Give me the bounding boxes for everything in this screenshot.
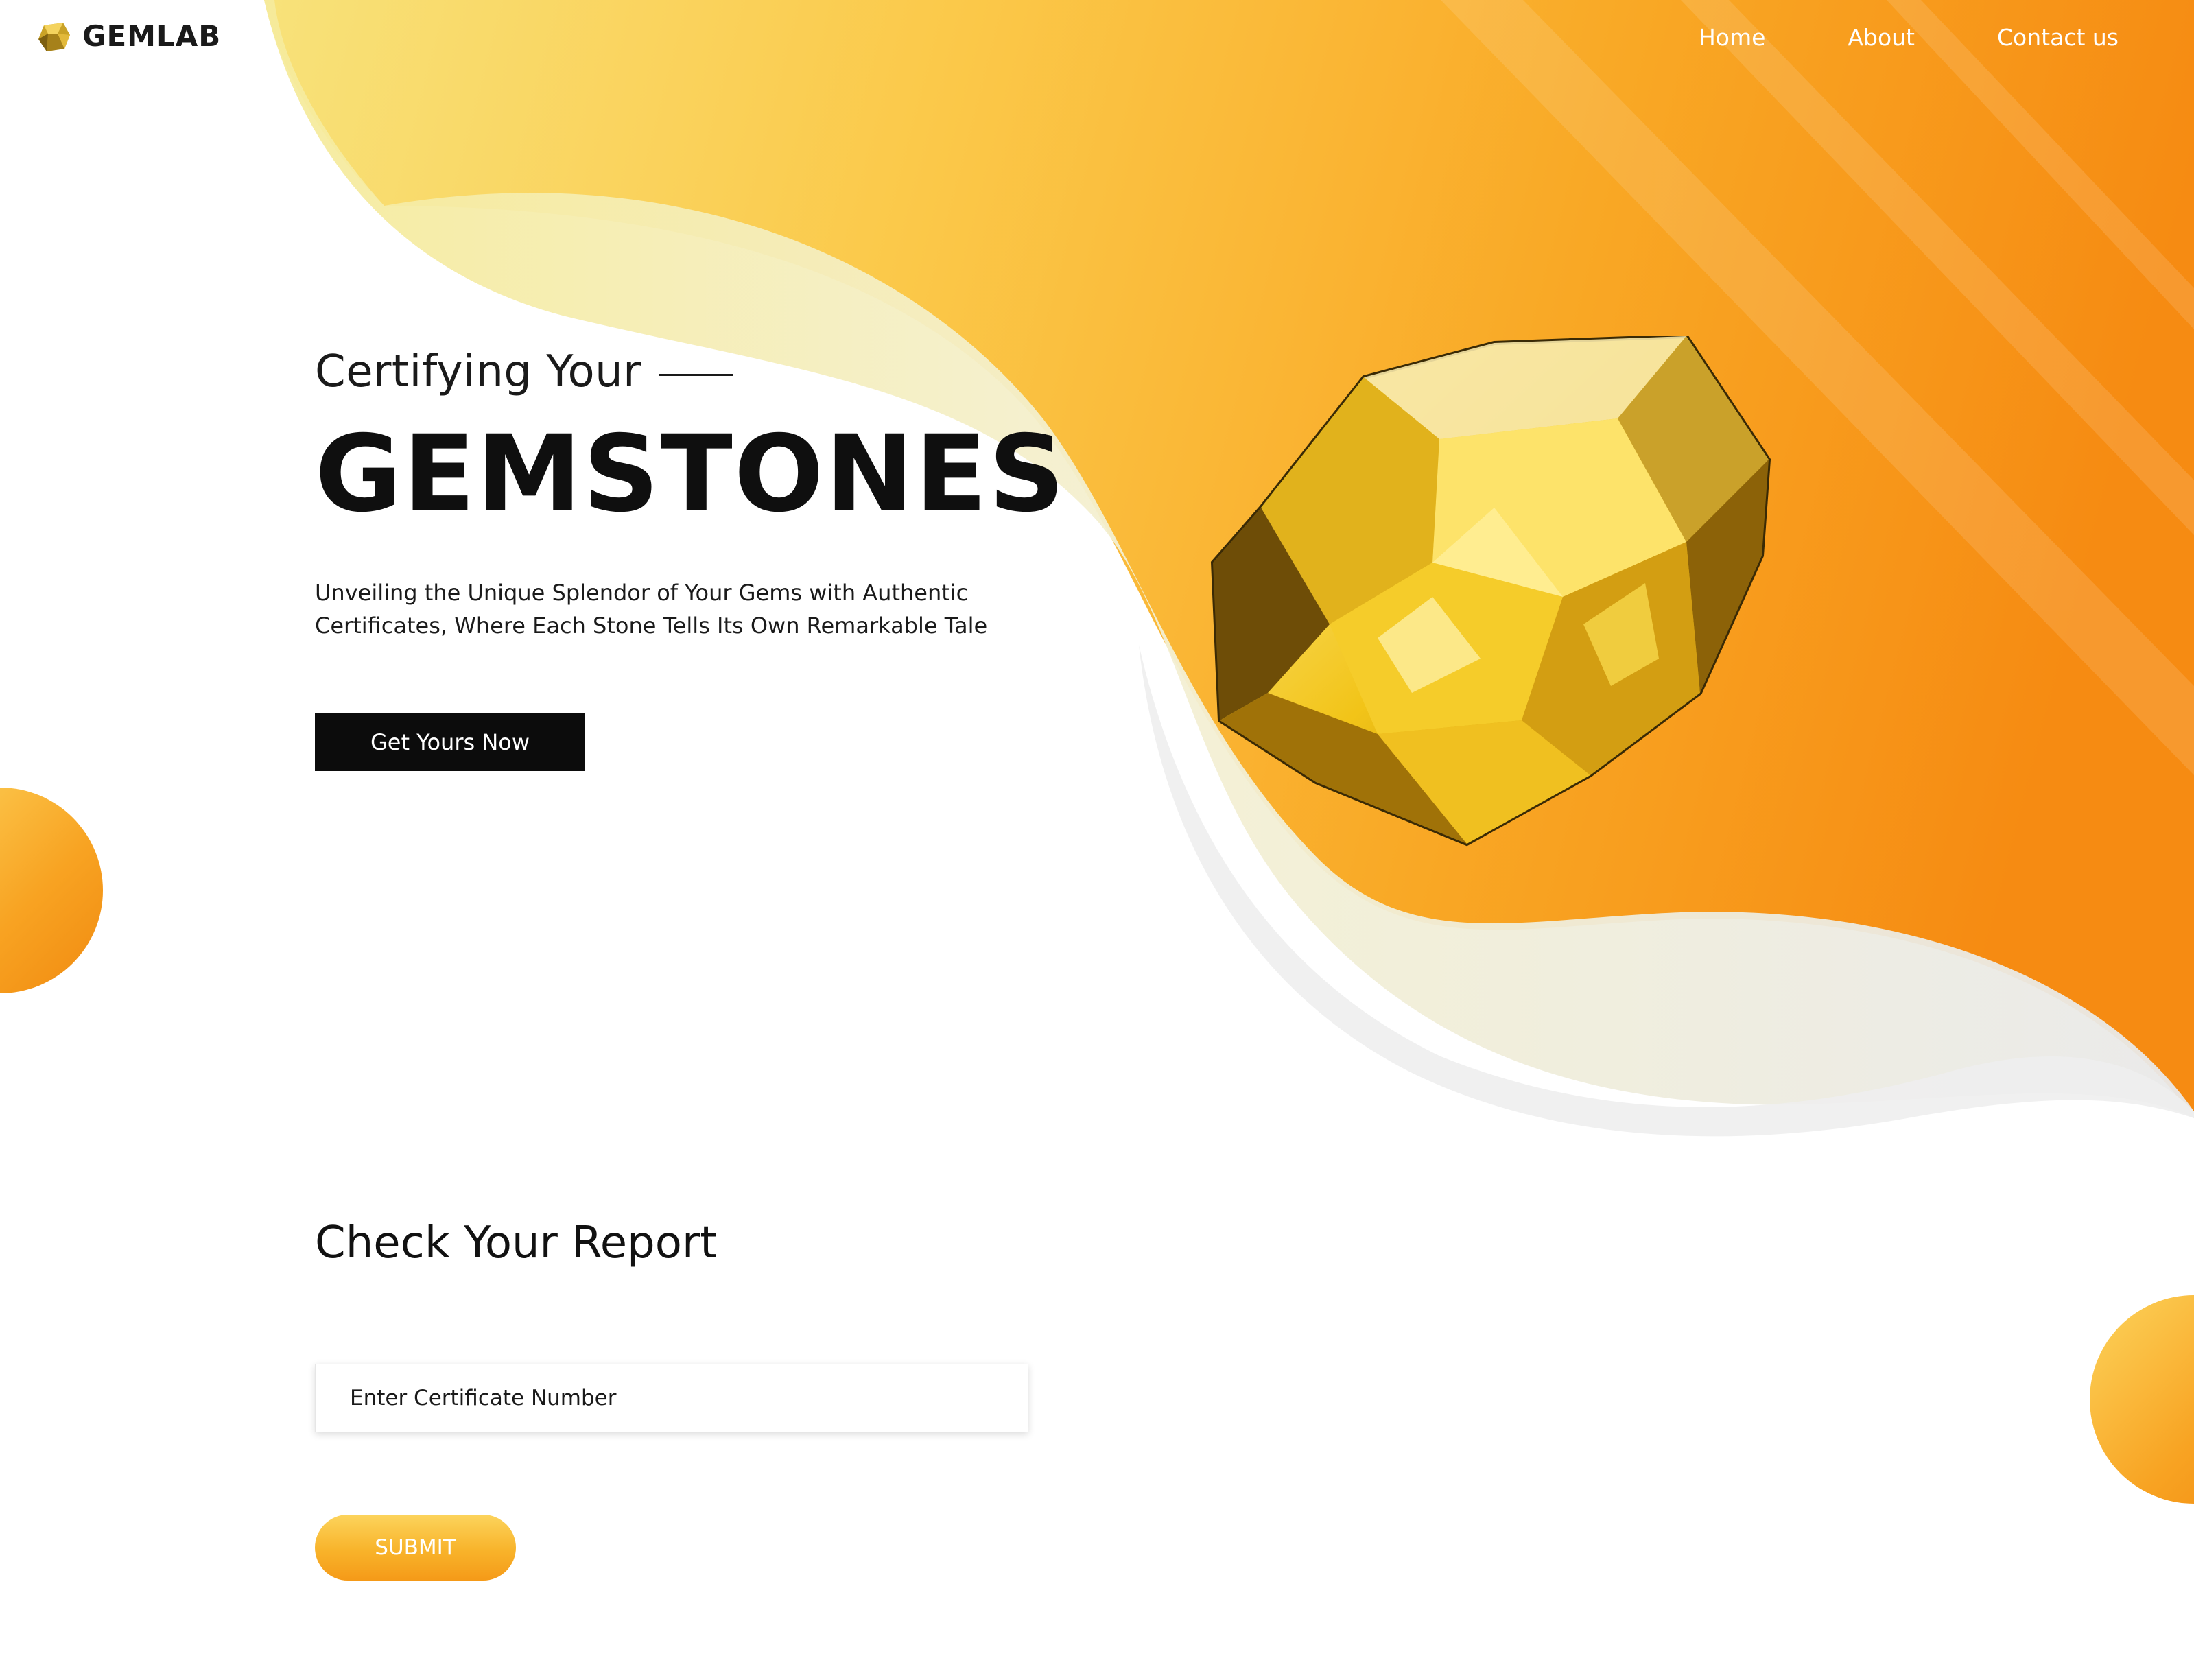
landing-page: GEMLAB Home About Contact us Certifying … [0, 0, 2194, 1680]
certificate-number-input[interactable] [315, 1364, 1028, 1432]
hero-headline: GEMSTONES [315, 413, 1066, 536]
main-nav: Home About Contact us [1616, 21, 2119, 55]
hero-eyebrow-text: Certifying Your [315, 346, 641, 397]
brand-logo[interactable]: GEMLAB [37, 19, 221, 53]
hero-eyebrow: Certifying Your [315, 346, 733, 397]
nav-home-link[interactable]: Home [1699, 21, 1765, 55]
check-report-title: Check Your Report [315, 1218, 718, 1268]
eyebrow-divider [659, 373, 733, 376]
nav-about-link[interactable]: About [1848, 21, 1915, 55]
left-orange-sphere [0, 788, 103, 993]
brand-name: GEMLAB [82, 19, 222, 53]
yellow-gemstone-image [1210, 336, 1771, 847]
get-yours-now-button[interactable]: Get Yours Now [315, 713, 585, 771]
hero-tagline: Unveiling the Unique Splendor of Your Ge… [315, 580, 988, 639]
right-orange-sphere [2090, 1295, 2194, 1504]
nav-contact-link[interactable]: Contact us [1997, 21, 2119, 55]
gem-icon [38, 22, 70, 51]
submit-button[interactable]: SUBMIT [315, 1515, 516, 1581]
hero-section: Certifying Your GEMSTONES Unveiling the … [315, 346, 1065, 771]
